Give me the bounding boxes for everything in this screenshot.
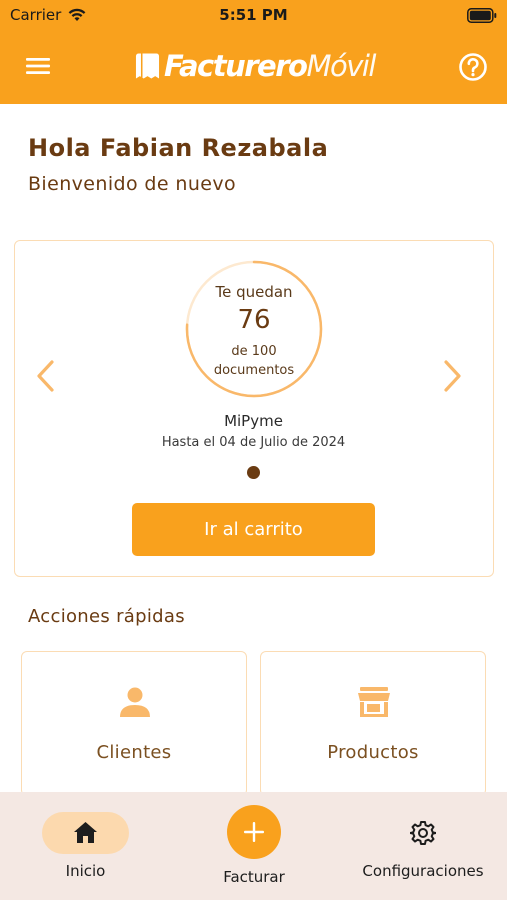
brand-logo: FactureroMóvil: [135, 46, 376, 86]
chevron-right-icon[interactable]: [440, 356, 466, 396]
greeting-subtitle: Bienvenido de nuevo: [28, 173, 237, 195]
plan-name: MiPyme: [224, 412, 283, 430]
nav-label-inicio[interactable]: Inicio: [42, 862, 129, 880]
nav-label-configuraciones[interactable]: Configuraciones: [343, 862, 503, 880]
greeting-title: Hola Fabian Rezabala: [28, 134, 329, 162]
brand-primary-text: Facturero: [164, 49, 308, 83]
home-icon[interactable]: [72, 820, 99, 845]
remaining-count: 76: [237, 305, 271, 335]
app-bar: FactureroMóvil: [0, 32, 507, 104]
go-to-cart-button[interactable]: Ir al carrito: [132, 503, 375, 556]
person-icon: [120, 687, 150, 717]
store-icon: [358, 687, 390, 717]
status-time: 5:51 PM: [219, 6, 288, 24]
gear-icon[interactable]: [410, 820, 436, 846]
quick-action-label: Clientes: [96, 742, 172, 763]
carousel-page-indicator: [247, 466, 260, 479]
brand-secondary-text: Móvil: [306, 49, 376, 83]
battery-icon: [467, 8, 497, 23]
remaining-label: Te quedan: [215, 283, 293, 301]
facturar-fab-button[interactable]: [227, 805, 281, 859]
receipt-logo-icon: [135, 53, 160, 79]
plus-icon: [244, 822, 264, 842]
chevron-left-icon[interactable]: [32, 356, 58, 396]
help-circle-icon[interactable]: [458, 52, 488, 82]
total-label: de 100: [231, 344, 277, 359]
nav-label-facturar[interactable]: Facturar: [194, 868, 314, 886]
brand-wordmark: FactureroMóvil: [164, 49, 376, 83]
quick-actions-title: Acciones rápidas: [28, 606, 185, 627]
quick-action-productos[interactable]: Productos: [260, 651, 486, 796]
status-bar: Carrier 5:51 PM: [0, 0, 507, 32]
quick-action-clientes[interactable]: Clientes: [21, 651, 247, 796]
hamburger-menu-icon[interactable]: [24, 52, 52, 80]
plan-valid-until: Hasta el 04 de Julio de 2024: [161, 435, 346, 450]
unit-label: documentos: [213, 363, 295, 378]
quick-action-label: Productos: [327, 742, 419, 763]
